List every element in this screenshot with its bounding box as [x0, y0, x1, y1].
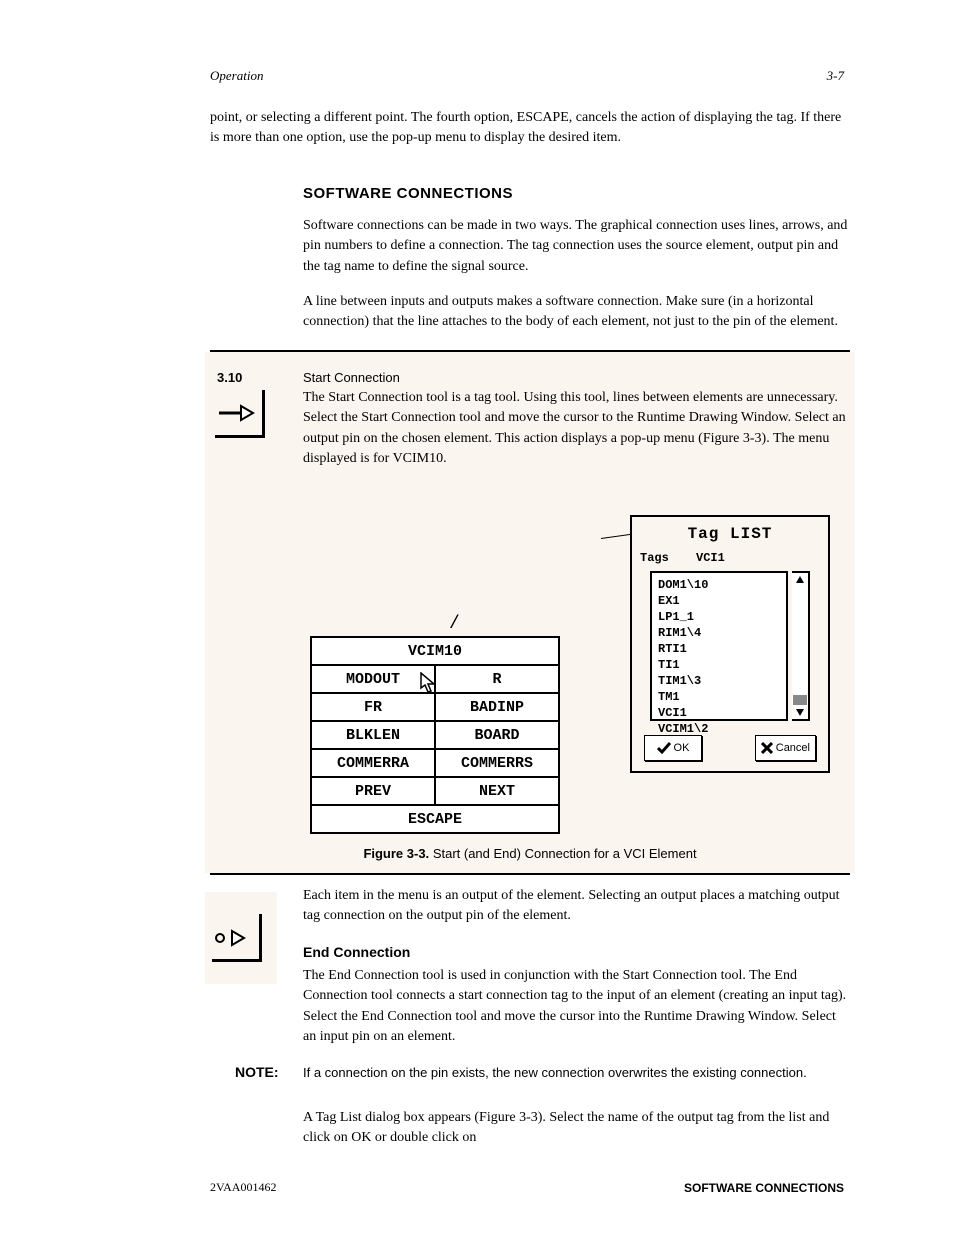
- list-item[interactable]: TI1: [658, 657, 780, 673]
- slash-mark: /: [449, 614, 460, 634]
- vcim-menu[interactable]: VCIM10 MODOUT R FR BADINP BLKLEN BOARD C…: [310, 636, 560, 834]
- menu-item-commerrs[interactable]: COMMERRS: [435, 749, 559, 777]
- page-number: 3-7: [827, 68, 844, 84]
- list-item[interactable]: VCI1: [658, 705, 780, 721]
- list-item[interactable]: DOM1\10: [658, 577, 780, 593]
- dialog-title: Tag LIST: [640, 525, 820, 543]
- list-item[interactable]: TM1: [658, 689, 780, 705]
- figure-area-3-3: 3.10 Start Connection The Start Connecti…: [205, 352, 855, 873]
- menu-item-r[interactable]: R: [435, 665, 559, 693]
- footer-code: 2VAA001462: [210, 1180, 276, 1195]
- menu-item-blklen[interactable]: BLKLEN: [311, 721, 435, 749]
- menu-item-fr[interactable]: FR: [311, 693, 435, 721]
- fig311-label: End Connection: [303, 944, 410, 960]
- tags-label: Tags: [640, 551, 669, 565]
- end-connection-icon: [212, 912, 262, 962]
- figure-caption: Figure 3-3. Start (and End) Connection f…: [205, 846, 855, 861]
- scroll-up-icon[interactable]: [793, 573, 807, 587]
- cursor-icon: [420, 672, 438, 694]
- fig311-para1: The End Connection tool is used in conju…: [303, 966, 850, 1047]
- x-icon: [761, 742, 773, 754]
- menu-title: VCIM10: [311, 637, 559, 665]
- tag-list-dialog[interactable]: Tag LIST Tags VCI1 DOM1\10 EX1 LP1_1 RIM…: [630, 515, 830, 773]
- check-icon: [657, 742, 671, 754]
- scrollbar[interactable]: [792, 571, 810, 721]
- list-item[interactable]: LP1_1: [658, 609, 780, 625]
- menu-item-escape[interactable]: ESCAPE: [311, 805, 559, 833]
- section-title-software-connections: SOFTWARE CONNECTIONS: [303, 185, 513, 202]
- list-item[interactable]: RIM1\4: [658, 625, 780, 641]
- footer-title: SOFTWARE CONNECTIONS: [684, 1181, 844, 1195]
- fig310-para: The Start Connection tool is a tag tool.…: [303, 388, 849, 469]
- start-connection-icon: [215, 388, 265, 438]
- note-body: If a connection on the pin exists, the n…: [303, 1064, 850, 1083]
- list-item[interactable]: RTI1: [658, 641, 780, 657]
- menu-item-prev[interactable]: PREV: [311, 777, 435, 805]
- fig311-para2: A Tag List dialog box appears (Figure 3-…: [303, 1108, 850, 1149]
- menu-item-commerra[interactable]: COMMERRA: [311, 749, 435, 777]
- list-item[interactable]: TIM1\3: [658, 673, 780, 689]
- menu-item-board[interactable]: BOARD: [435, 721, 559, 749]
- tags-value: VCI1: [696, 551, 725, 565]
- fig310-number: 3.10: [217, 370, 242, 385]
- cancel-button[interactable]: Cancel: [755, 735, 816, 761]
- menu-item-badinp[interactable]: BADINP: [435, 693, 559, 721]
- section1-para1: Software connections can be made in two …: [303, 216, 850, 277]
- note-label: NOTE:: [235, 1064, 279, 1080]
- menu-item-next[interactable]: NEXT: [435, 777, 559, 805]
- para-after-menu: Each item in the menu is an output of th…: [303, 886, 850, 927]
- page-header: Operation: [210, 68, 263, 84]
- list-item[interactable]: VCIM1\2: [658, 721, 780, 737]
- tag-listbox[interactable]: DOM1\10 EX1 LP1_1 RIM1\4 RTI1 TI1 TIM1\3…: [650, 571, 788, 721]
- scroll-down-icon[interactable]: [793, 705, 807, 719]
- list-item[interactable]: EX1: [658, 593, 780, 609]
- fig310-label: Start Connection: [303, 370, 400, 385]
- section1-para2: A line between inputs and outputs makes …: [303, 292, 850, 333]
- scroll-thumb[interactable]: [793, 695, 807, 705]
- intro-paragraph: point, or selecting a different point. T…: [210, 108, 850, 149]
- ok-button[interactable]: OK: [644, 735, 702, 761]
- menu-item-modout[interactable]: MODOUT: [311, 665, 435, 693]
- separator: [210, 873, 850, 875]
